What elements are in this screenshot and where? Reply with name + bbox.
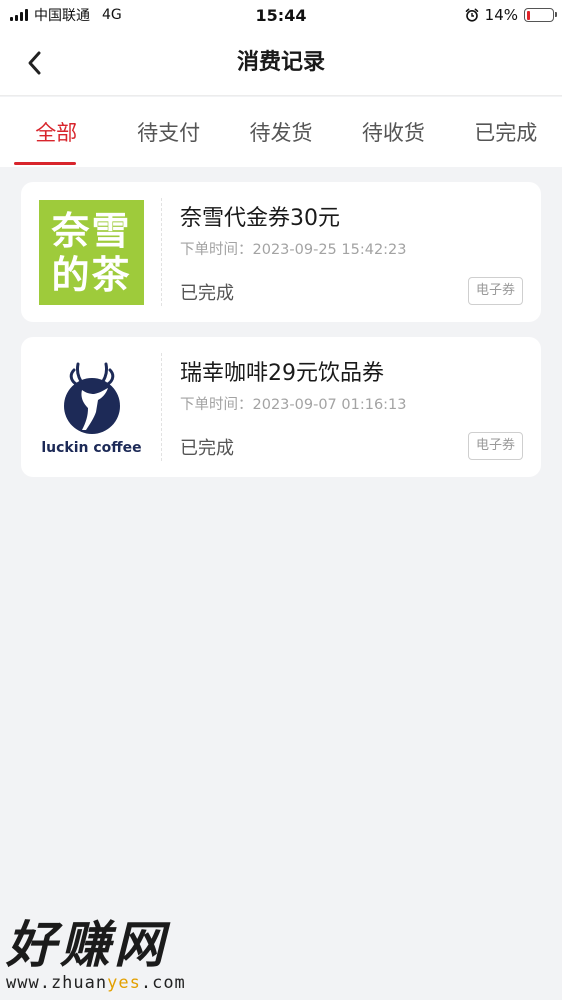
tab-label: 待收货 (361, 121, 425, 145)
nayuki-logo: 奈雪 的茶 (39, 200, 144, 305)
order-time-value: 2023-09-07 01:16:13 (252, 397, 407, 413)
watermark-url-pre: www.zhuan (6, 973, 108, 993)
logo-text-line2: 的茶 (51, 252, 132, 297)
tab-label: 待发货 (249, 121, 313, 145)
battery-fill (526, 10, 530, 20)
watermark-text: 好赚网 (6, 916, 168, 974)
back-button[interactable] (18, 46, 52, 80)
tab-pending-payment[interactable]: 待支付 (112, 97, 224, 167)
network-type: 4G (102, 7, 122, 23)
tab-active-indicator (14, 162, 76, 165)
order-time: 下单时间：2023-09-25 15:42:23 (180, 238, 407, 259)
order-card[interactable]: 奈雪 的茶 奈雪代金券30元 下单时间：2023-09-25 15:42:23 … (21, 182, 541, 322)
carrier-name: 中国联通 (34, 8, 90, 24)
status-bar: 中国联通 4G 15:44 14% (0, 0, 562, 30)
card-divider (161, 353, 162, 461)
order-card[interactable]: luckin coffee 瑞幸咖啡29元饮品券 下单时间：2023-09-07… (21, 337, 541, 477)
status-left: 中国联通 4G (10, 5, 122, 25)
watermark-url: www.zhuanyes.com (6, 973, 186, 993)
order-time: 下单时间：2023-09-07 01:16:13 (180, 393, 407, 414)
voucher-type-badge: 电子券 (467, 432, 523, 460)
watermark: 好赚网 www.zhuanyes.com (6, 918, 186, 993)
luckin-logo: luckin coffee (39, 355, 144, 460)
voucher-type-badge: 电子券 (467, 277, 523, 305)
tab-label: 已完成 (474, 121, 538, 145)
order-time-label: 下单时间： (180, 242, 253, 258)
tab-all[interactable]: 全部 (0, 97, 112, 167)
tab-completed[interactable]: 已完成 (450, 97, 562, 167)
alarm-icon (465, 8, 479, 22)
page-title: 消费记录 (236, 50, 325, 75)
status-right: 14% (465, 0, 557, 30)
deer-icon (63, 362, 120, 434)
battery-icon (524, 8, 557, 22)
order-title: 瑞幸咖啡29元饮品券 (180, 361, 384, 386)
logo-text: luckin coffee (41, 439, 142, 456)
tab-bar: 全部 待支付 待发货 待收货 已完成 (0, 97, 562, 167)
tab-pending-shipment[interactable]: 待发货 (225, 97, 337, 167)
tab-pending-receipt[interactable]: 待收货 (337, 97, 449, 167)
battery-percent: 14% (484, 6, 518, 24)
tab-label: 全部 (35, 121, 78, 145)
nav-bar: 消费记录 (0, 30, 562, 96)
order-status: 已完成 (180, 438, 234, 459)
signal-icon (10, 9, 28, 21)
order-status: 已完成 (180, 283, 234, 304)
order-time-label: 下单时间： (180, 397, 253, 413)
logo-text-line1: 奈雪 (51, 208, 132, 253)
card-divider (161, 198, 162, 306)
watermark-url-accent: yes (107, 973, 141, 993)
tab-label: 待支付 (137, 121, 201, 145)
order-title: 奈雪代金券30元 (180, 206, 340, 231)
order-time-value: 2023-09-25 15:42:23 (252, 242, 407, 258)
chevron-left-icon (28, 51, 41, 75)
order-list: 奈雪 的茶 奈雪代金券30元 下单时间：2023-09-25 15:42:23 … (21, 182, 541, 492)
watermark-url-post: .com (140, 973, 186, 993)
